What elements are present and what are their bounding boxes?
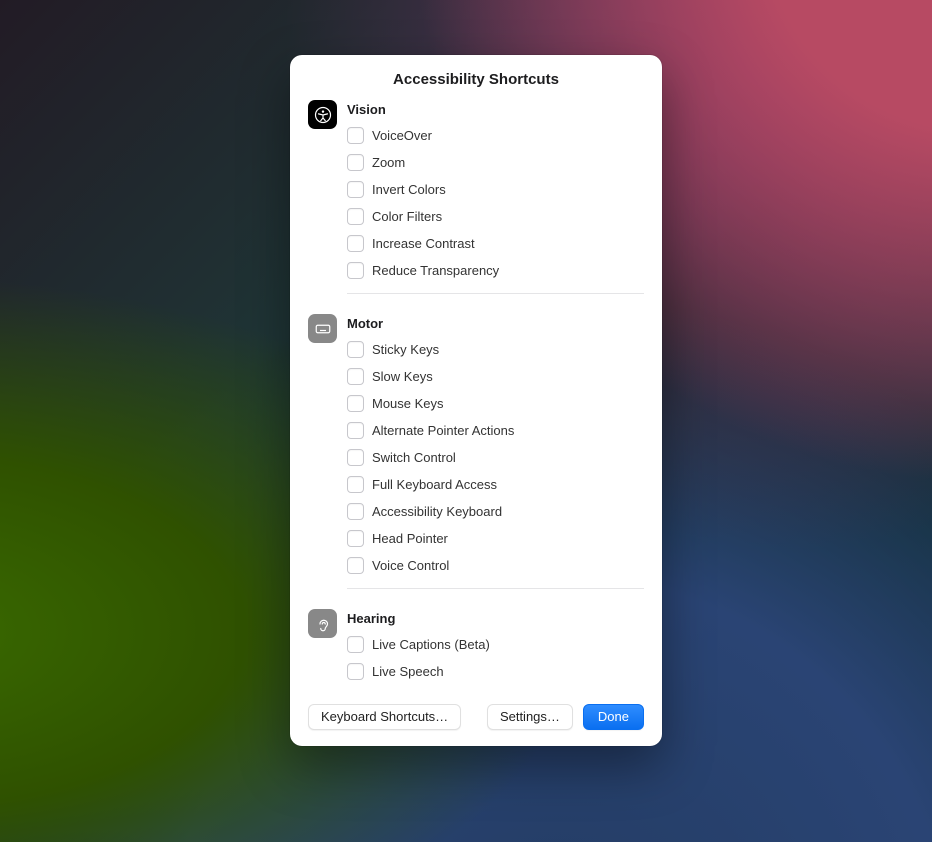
item-invert-colors[interactable]: Invert Colors — [347, 177, 644, 204]
item-label: Voice Control — [372, 559, 449, 572]
item-label: VoiceOver — [372, 129, 432, 142]
item-label: Alternate Pointer Actions — [372, 424, 514, 437]
checkbox[interactable] — [347, 368, 364, 385]
item-label: Reduce Transparency — [372, 264, 499, 277]
item-live-captions[interactable]: Live Captions (Beta) — [347, 632, 644, 659]
item-label: Live Captions (Beta) — [372, 638, 490, 651]
keyboard-icon — [308, 314, 337, 343]
item-label: Zoom — [372, 156, 405, 169]
button-row: Keyboard Shortcuts… Settings… Done — [308, 704, 644, 730]
ear-icon — [308, 609, 337, 638]
checkbox[interactable] — [347, 127, 364, 144]
checkbox[interactable] — [347, 503, 364, 520]
item-label: Switch Control — [372, 451, 456, 464]
checkbox[interactable] — [347, 449, 364, 466]
settings-button[interactable]: Settings… — [487, 704, 573, 730]
checkbox[interactable] — [347, 341, 364, 358]
checkbox[interactable] — [347, 395, 364, 412]
section-vision: Vision VoiceOver Zoom Invert Colors Colo… — [308, 102, 644, 306]
item-voiceover[interactable]: VoiceOver — [347, 123, 644, 150]
item-label: Head Pointer — [372, 532, 448, 545]
checkbox[interactable] — [347, 530, 364, 547]
item-label: Live Speech — [372, 665, 444, 678]
item-label: Full Keyboard Access — [372, 478, 497, 491]
accessibility-shortcuts-window: Accessibility Shortcuts Vision VoiceOver… — [290, 55, 662, 746]
accessibility-icon — [308, 100, 337, 129]
divider — [347, 588, 644, 589]
checkbox[interactable] — [347, 636, 364, 653]
item-increase-contrast[interactable]: Increase Contrast — [347, 231, 644, 258]
item-switch-control[interactable]: Switch Control — [347, 445, 644, 472]
checkbox[interactable] — [347, 208, 364, 225]
item-live-speech[interactable]: Live Speech — [347, 659, 644, 686]
section-heading: Hearing — [347, 611, 644, 626]
checkbox[interactable] — [347, 557, 364, 574]
item-reduce-transparency[interactable]: Reduce Transparency — [347, 258, 644, 285]
checkbox[interactable] — [347, 154, 364, 171]
checkbox[interactable] — [347, 235, 364, 252]
checkbox[interactable] — [347, 476, 364, 493]
item-label: Slow Keys — [372, 370, 433, 383]
item-mouse-keys[interactable]: Mouse Keys — [347, 391, 644, 418]
item-alternate-pointer-actions[interactable]: Alternate Pointer Actions — [347, 418, 644, 445]
section-heading: Vision — [347, 102, 644, 117]
item-label: Accessibility Keyboard — [372, 505, 502, 518]
checkbox[interactable] — [347, 181, 364, 198]
checkbox[interactable] — [347, 262, 364, 279]
section-hearing: Hearing Live Captions (Beta) Live Speech — [308, 611, 644, 686]
checkbox[interactable] — [347, 663, 364, 680]
section-heading: Motor — [347, 316, 644, 331]
item-full-keyboard-access[interactable]: Full Keyboard Access — [347, 472, 644, 499]
item-label: Mouse Keys — [372, 397, 444, 410]
done-button[interactable]: Done — [583, 704, 644, 730]
item-color-filters[interactable]: Color Filters — [347, 204, 644, 231]
divider — [347, 293, 644, 294]
item-zoom[interactable]: Zoom — [347, 150, 644, 177]
item-voice-control[interactable]: Voice Control — [347, 553, 644, 580]
window-title: Accessibility Shortcuts — [308, 71, 644, 88]
item-label: Color Filters — [372, 210, 442, 223]
checkbox[interactable] — [347, 422, 364, 439]
item-head-pointer[interactable]: Head Pointer — [347, 526, 644, 553]
item-label: Sticky Keys — [372, 343, 439, 356]
keyboard-shortcuts-button[interactable]: Keyboard Shortcuts… — [308, 704, 461, 730]
item-label: Invert Colors — [372, 183, 446, 196]
item-slow-keys[interactable]: Slow Keys — [347, 364, 644, 391]
item-sticky-keys[interactable]: Sticky Keys — [347, 337, 644, 364]
section-motor: Motor Sticky Keys Slow Keys Mouse Keys A… — [308, 316, 644, 601]
item-label: Increase Contrast — [372, 237, 475, 250]
item-accessibility-keyboard[interactable]: Accessibility Keyboard — [347, 499, 644, 526]
